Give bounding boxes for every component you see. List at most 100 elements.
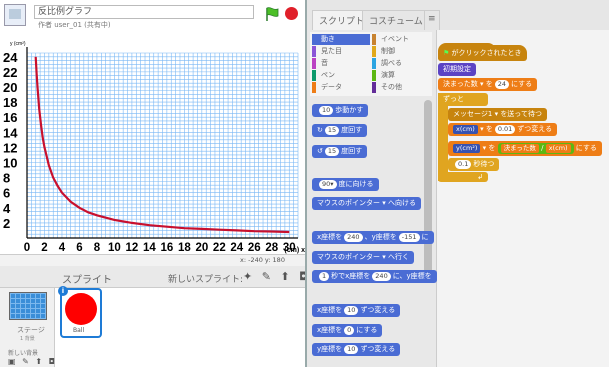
block-text: x座標を	[317, 326, 343, 334]
block-text: 秒でx座標を	[331, 272, 371, 280]
block-glide[interactable]: 1 秒でx座標を 240 に、y座標を	[312, 270, 437, 283]
stage-backdrop-count: 1 背景	[20, 336, 35, 342]
category-item[interactable]: 制御	[372, 46, 430, 57]
y-tick-label: 10	[3, 155, 17, 170]
y-tick-label: 24	[3, 50, 18, 65]
block-wait[interactable]: 0.1 秒待つ	[448, 158, 500, 171]
green-flag-icon: ⚑	[443, 49, 450, 57]
block-input[interactable]: 240	[372, 271, 391, 281]
block-input[interactable]: 240	[344, 232, 363, 242]
category-item[interactable]: イベント	[372, 34, 430, 45]
block-set-x[interactable]: x座標を 0 にする	[312, 324, 383, 337]
block-turn-right[interactable]: ↻ 15 度回す	[312, 124, 368, 137]
project-title-field[interactable]: 反比例グラフ	[34, 5, 254, 19]
new-sprite-tools-icon[interactable]: ✦ ✎ ⬆ ◘	[243, 270, 311, 283]
variable-reporter[interactable]: x(cm)	[545, 143, 571, 153]
block-when-flag-clicked[interactable]: ⚑ がクリックされたとき	[438, 45, 527, 61]
dropdown-arrow-icon[interactable]: ▾	[382, 253, 386, 261]
block-input[interactable]: 1	[319, 271, 330, 281]
block-input[interactable]: 0.1	[455, 159, 472, 169]
block-text: がクリックされたとき	[451, 49, 522, 57]
tab-costumes[interactable]: コスチューム	[362, 10, 430, 30]
stop-icon[interactable]	[285, 7, 298, 20]
info-icon[interactable]: i	[58, 286, 68, 296]
block-text: 、y座標を	[364, 233, 397, 241]
block-change-xcm[interactable]: x(cm) ▾ を 0.01 ずつ変える	[448, 123, 558, 136]
turn-right-icon: ↻	[317, 126, 323, 134]
category-item[interactable]: データ	[312, 82, 370, 93]
sprite-pane-title: スプライト	[62, 275, 112, 286]
y-tick-label: 8	[3, 171, 10, 186]
category-item[interactable]: 調べる	[372, 58, 430, 69]
category-item[interactable]: その他	[372, 82, 430, 93]
x-tick-label: 6	[76, 242, 82, 254]
block-input[interactable]: 90▾	[319, 179, 337, 189]
variable-reporter[interactable]: 決まった数	[500, 143, 539, 153]
x-tick-label: 16	[160, 242, 173, 254]
divide-operator[interactable]: 決まった数 / x(cm)	[497, 143, 574, 154]
block-move-steps[interactable]: 10 歩動かす	[312, 104, 369, 117]
block-text: を送って待つ	[500, 110, 542, 118]
dropdown-arrow-icon[interactable]: ▾	[382, 199, 386, 207]
block-point-direction[interactable]: 90▾ 度に向ける	[312, 178, 379, 191]
block-point-towards[interactable]: マウスのポインター ▾ へ向ける	[312, 197, 421, 210]
stage-label: ステージ	[17, 326, 45, 334]
x-tick-label: 28	[265, 242, 278, 254]
block-goto-xy[interactable]: x座標を 240 、y座標を -151 に	[312, 231, 434, 244]
palette-scrollbar[interactable]	[424, 100, 432, 275]
block-input[interactable]: 0.01	[494, 124, 516, 134]
tab-sounds[interactable]: ≡	[424, 10, 440, 30]
stage[interactable]: 24 22 20 18 16 14 12 10 8 6 4 2 0 2 4 6 8 10 12 14 16 18 20 22 2…	[0, 33, 305, 254]
category-item[interactable]: ペン	[312, 70, 370, 81]
category-item[interactable]: 演算	[372, 70, 430, 81]
block-input[interactable]: 10	[344, 305, 359, 315]
block-broadcast-wait[interactable]: メッセージ1 ▾ を送って待つ	[448, 108, 547, 121]
dropdown-arrow-icon[interactable]: ▾	[483, 144, 487, 152]
dropdown-arrow-icon[interactable]: ▾	[480, 80, 484, 88]
y-tick-label: 6	[3, 186, 10, 201]
block-input[interactable]: 15	[324, 146, 340, 156]
block-text: 度回す	[341, 147, 363, 155]
block-text: y座標を	[317, 345, 343, 353]
block-turn-left[interactable]: ↺ 15 度回す	[312, 145, 368, 158]
block-forever[interactable]: ずっと	[438, 93, 488, 106]
block-input[interactable]: 15	[324, 125, 340, 135]
block-input[interactable]: 10	[344, 344, 359, 354]
stage-thumbnail[interactable]	[9, 292, 47, 320]
y-tick-label: 12	[3, 140, 17, 155]
project-thumbnail-icon	[4, 4, 26, 26]
loop-arrow-icon: ↲	[477, 173, 483, 181]
block-change-x[interactable]: x座標を 10 ずつ変える	[312, 304, 401, 317]
green-flag-icon[interactable]	[264, 6, 280, 22]
y-axis-label: y (cm²)	[10, 41, 26, 47]
block-change-y[interactable]: y座標を 10 ずつ変える	[312, 343, 401, 356]
block-text: にする	[575, 144, 597, 152]
block-input[interactable]: 0	[344, 325, 355, 335]
sprite-name: Ball	[73, 327, 85, 334]
block-set-ycm[interactable]: y(cm²) ▾ を 決まった数 / x(cm) にする	[448, 141, 602, 156]
x-tick-label: 20	[195, 242, 208, 254]
x-axis-label: (cm) x	[284, 247, 305, 254]
block-goto[interactable]: マウスのポインター ▾ へ行く	[312, 251, 414, 264]
category-item[interactable]: 見た目	[312, 46, 370, 57]
y-tick-label: 22	[3, 65, 17, 80]
dropdown-arrow-icon[interactable]: ▾	[480, 125, 484, 133]
block-text: へ向ける	[387, 199, 416, 207]
category-item[interactable]: 動き	[312, 34, 370, 45]
block-input[interactable]: 10	[319, 105, 334, 115]
block-text: を	[485, 125, 493, 133]
dropdown-arrow-icon[interactable]: ▾	[495, 110, 499, 118]
block-input[interactable]: -151	[398, 232, 420, 242]
new-backdrop-tools-icon[interactable]: ▣ ✎ ⬆ ◘	[8, 357, 57, 366]
new-sprite-label: 新しいスプライト:	[168, 275, 244, 285]
block-set-variable[interactable]: 決まった数 ▾ を 24 にする	[438, 78, 538, 91]
block-init[interactable]: 初期設定	[438, 63, 476, 76]
block-text: に	[421, 233, 429, 241]
variable-dropdown[interactable]: y(cm²)	[453, 143, 481, 153]
block-text: x座標を	[317, 306, 343, 314]
category-item[interactable]: 音	[312, 58, 370, 69]
block-input[interactable]: 24	[494, 79, 509, 89]
block-text: 秒待つ	[473, 160, 495, 168]
variable-dropdown[interactable]: x(cm)	[453, 124, 478, 134]
block-text: を	[488, 144, 496, 152]
